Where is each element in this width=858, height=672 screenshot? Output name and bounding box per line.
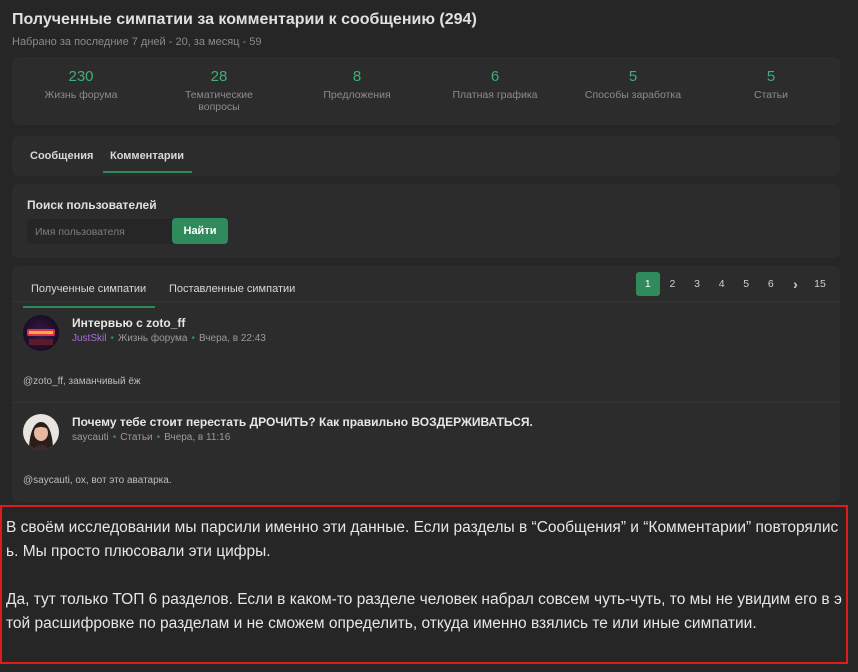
annotation-note: В своём исследовании мы парсили именно э… bbox=[0, 505, 848, 664]
page-title: Полученные симпатии за комментарии к соо… bbox=[12, 11, 477, 28]
entry-meta: JustSkil • Жизнь форума • Вчера, в 22:43 bbox=[72, 333, 266, 344]
page-button[interactable]: 3 bbox=[685, 272, 709, 296]
bullet-icon: • bbox=[112, 432, 117, 443]
entry-username[interactable]: saycauti bbox=[72, 432, 109, 443]
stat-value: 230 bbox=[68, 68, 94, 85]
stats-panel: 230 Жизнь форума 28 Тематические вопросы… bbox=[12, 57, 840, 125]
stat-label: Платная графика bbox=[452, 89, 538, 101]
page: Полученные симпатии за комментарии к соо… bbox=[0, 0, 858, 672]
stat-value: 5 bbox=[766, 68, 776, 85]
entry-time: Вчера, в 11:16 bbox=[164, 432, 231, 443]
tab-given-likes[interactable]: Поставленные симпатии bbox=[169, 275, 295, 303]
entry-divider bbox=[12, 402, 840, 403]
stat-item[interactable]: 8 Предложения bbox=[288, 57, 426, 125]
page-button[interactable]: 4 bbox=[710, 272, 734, 296]
stat-item[interactable]: 5 Способы заработка bbox=[564, 57, 702, 125]
stat-label: Предложения bbox=[323, 89, 391, 101]
search-button[interactable]: Найти bbox=[172, 218, 228, 244]
content-type-tabs: Сообщения Комментарии bbox=[12, 136, 840, 176]
avatar[interactable] bbox=[23, 315, 59, 351]
page-subtitle: Набрано за последние 7 дней - 20, за мес… bbox=[12, 36, 262, 48]
entry-comment: @saycauti, ох, вот это аватарка. bbox=[23, 475, 172, 486]
stat-label: Тематические вопросы bbox=[184, 89, 254, 113]
stat-value: 28 bbox=[210, 68, 228, 85]
user-search-panel: Поиск пользователей Найти bbox=[12, 184, 840, 258]
page-button[interactable]: 6 bbox=[759, 272, 783, 296]
list-item: Почему тебе стоит перестать ДРОЧИТЬ? Как… bbox=[12, 409, 840, 499]
note-paragraph: Да, тут только ТОП 6 разделов. Если в ка… bbox=[6, 591, 842, 632]
stat-item[interactable]: 6 Платная графика bbox=[426, 57, 564, 125]
stat-label: Жизнь форума bbox=[44, 89, 118, 101]
avatar[interactable] bbox=[23, 414, 59, 450]
username-input[interactable] bbox=[27, 219, 177, 244]
stat-value: 6 bbox=[490, 68, 500, 85]
stat-value: 5 bbox=[628, 68, 638, 85]
tab-comments[interactable]: Комментарии bbox=[102, 136, 193, 176]
last-page-button[interactable]: 15 bbox=[808, 272, 832, 296]
entry-title[interactable]: Интервью с zoto_ff bbox=[72, 316, 185, 330]
list-item: Интервью с zoto_ff JustSkil • Жизнь форума… bbox=[12, 310, 840, 403]
chevron-right-icon[interactable]: › bbox=[783, 272, 807, 296]
entry-username[interactable]: JustSkil bbox=[72, 333, 106, 344]
entry-meta: saycauti • Статьи • Вчера, в 11:16 bbox=[72, 432, 230, 443]
page-button[interactable]: 1 bbox=[635, 272, 660, 296]
tabs-divider bbox=[12, 301, 840, 302]
stat-item[interactable]: 5 Статьи bbox=[702, 57, 840, 125]
page-button[interactable]: 5 bbox=[734, 272, 758, 296]
stat-item[interactable]: 230 Жизнь форума bbox=[12, 57, 150, 125]
entry-comment: @zoto_ff, заманчивый ёж bbox=[23, 376, 141, 387]
stat-label: Способы заработка bbox=[584, 89, 682, 101]
entry-section[interactable]: Статьи bbox=[120, 432, 152, 443]
pagination: 1 2 3 4 5 6 › 15 bbox=[635, 272, 832, 296]
page-button[interactable]: 2 bbox=[660, 272, 684, 296]
stat-value: 8 bbox=[352, 68, 362, 85]
note-paragraph: В своём исследовании мы парсили именно э… bbox=[6, 519, 839, 560]
entry-time: Вчера, в 22:43 bbox=[198, 333, 266, 344]
entry-title[interactable]: Почему тебе стоит перестать ДРОЧИТЬ? Как… bbox=[72, 415, 533, 429]
bullet-icon: • bbox=[191, 333, 195, 344]
tab-messages[interactable]: Сообщения bbox=[30, 136, 93, 176]
search-label: Поиск пользователей bbox=[27, 198, 157, 212]
tab-received-likes[interactable]: Полученные симпатии bbox=[22, 275, 156, 308]
entry-section[interactable]: Жизнь форума bbox=[118, 333, 187, 344]
stat-item[interactable]: 28 Тематические вопросы bbox=[150, 57, 288, 125]
bullet-icon: • bbox=[110, 333, 114, 344]
likes-panel: Полученные симпатии Поставленные симпати… bbox=[12, 266, 840, 502]
stat-label: Статьи bbox=[753, 89, 789, 101]
bullet-icon: • bbox=[156, 432, 161, 443]
